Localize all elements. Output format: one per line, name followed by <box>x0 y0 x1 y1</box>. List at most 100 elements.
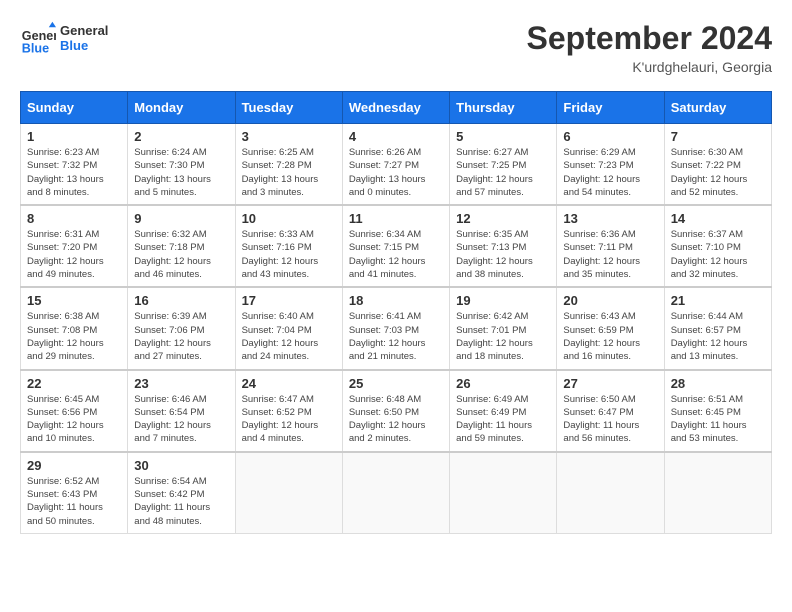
day-number: 30 <box>134 458 228 473</box>
day-number: 3 <box>242 129 336 144</box>
day-number: 18 <box>349 293 443 308</box>
day-cell: 29 Sunrise: 6:52 AM Sunset: 6:43 PM Dayli… <box>21 452 128 534</box>
day-info: Sunrise: 6:36 AM Sunset: 7:11 PM Dayligh… <box>563 228 657 281</box>
col-header-tuesday: Tuesday <box>235 92 342 124</box>
day-number: 6 <box>563 129 657 144</box>
day-cell: 2 Sunrise: 6:24 AM Sunset: 7:30 PM Daylig… <box>128 124 235 206</box>
day-cell: 14 Sunrise: 6:37 AM Sunset: 7:10 PM Dayli… <box>664 205 771 287</box>
calendar-header-row: SundayMondayTuesdayWednesdayThursdayFrid… <box>21 92 772 124</box>
day-info: Sunrise: 6:49 AM Sunset: 6:49 PM Dayligh… <box>456 393 550 446</box>
day-info: Sunrise: 6:31 AM Sunset: 7:20 PM Dayligh… <box>27 228 121 281</box>
day-number: 26 <box>456 376 550 391</box>
day-cell: 21 Sunrise: 6:44 AM Sunset: 6:57 PM Dayli… <box>664 287 771 369</box>
week-row-3: 15Sunrise: 6:38 AM Sunset: 7:08 PM Dayli… <box>21 287 772 369</box>
day-info: Sunrise: 6:34 AM Sunset: 7:15 PM Dayligh… <box>349 228 443 281</box>
day-cell: 27 Sunrise: 6:50 AM Sunset: 6:47 PM Dayli… <box>557 370 664 452</box>
day-cell: 7 Sunrise: 6:30 AM Sunset: 7:22 PM Daylig… <box>664 124 771 206</box>
day-cell <box>557 452 664 534</box>
day-cell <box>235 452 342 534</box>
day-cell: 22 Sunrise: 6:45 AM Sunset: 6:56 PM Dayli… <box>21 370 128 452</box>
calendar-table: SundayMondayTuesdayWednesdayThursdayFrid… <box>20 91 772 534</box>
day-number: 14 <box>671 211 765 226</box>
day-info: Sunrise: 6:23 AM Sunset: 7:32 PM Dayligh… <box>27 146 121 199</box>
day-cell <box>664 452 771 534</box>
day-info: Sunrise: 6:42 AM Sunset: 7:01 PM Dayligh… <box>456 310 550 363</box>
col-header-sunday: Sunday <box>21 92 128 124</box>
col-header-thursday: Thursday <box>450 92 557 124</box>
day-number: 19 <box>456 293 550 308</box>
location: K'urdghelauri, Georgia <box>527 59 772 75</box>
day-number: 1 <box>27 129 121 144</box>
day-number: 24 <box>242 376 336 391</box>
day-info: Sunrise: 6:51 AM Sunset: 6:45 PM Dayligh… <box>671 393 765 446</box>
day-cell <box>450 452 557 534</box>
day-cell: 13Sunrise: 6:36 AM Sunset: 7:11 PM Dayli… <box>557 205 664 287</box>
day-info: Sunrise: 6:30 AM Sunset: 7:22 PM Dayligh… <box>671 146 765 199</box>
day-info: Sunrise: 6:32 AM Sunset: 7:18 PM Dayligh… <box>134 228 228 281</box>
day-info: Sunrise: 6:39 AM Sunset: 7:06 PM Dayligh… <box>134 310 228 363</box>
day-info: Sunrise: 6:25 AM Sunset: 7:28 PM Dayligh… <box>242 146 336 199</box>
page-header: General Blue General Blue September 2024… <box>20 20 772 75</box>
day-number: 20 <box>563 293 657 308</box>
day-number: 16 <box>134 293 228 308</box>
col-header-saturday: Saturday <box>664 92 771 124</box>
day-number: 9 <box>134 211 228 226</box>
day-cell: 18 Sunrise: 6:41 AM Sunset: 7:03 PM Dayli… <box>342 287 449 369</box>
logo: General Blue General Blue <box>20 20 108 56</box>
day-info: Sunrise: 6:26 AM Sunset: 7:27 PM Dayligh… <box>349 146 443 199</box>
day-info: Sunrise: 6:38 AM Sunset: 7:08 PM Dayligh… <box>27 310 121 363</box>
day-number: 28 <box>671 376 765 391</box>
day-cell: 26 Sunrise: 6:49 AM Sunset: 6:49 PM Dayli… <box>450 370 557 452</box>
day-info: Sunrise: 6:44 AM Sunset: 6:57 PM Dayligh… <box>671 310 765 363</box>
title-block: September 2024 K'urdghelauri, Georgia <box>527 20 772 75</box>
day-number: 27 <box>563 376 657 391</box>
day-number: 7 <box>671 129 765 144</box>
day-number: 2 <box>134 129 228 144</box>
day-cell: 19 Sunrise: 6:42 AM Sunset: 7:01 PM Dayli… <box>450 287 557 369</box>
day-cell: 20 Sunrise: 6:43 AM Sunset: 6:59 PM Dayli… <box>557 287 664 369</box>
day-cell: 17 Sunrise: 6:40 AM Sunset: 7:04 PM Dayli… <box>235 287 342 369</box>
day-number: 17 <box>242 293 336 308</box>
day-cell: 15Sunrise: 6:38 AM Sunset: 7:08 PM Dayli… <box>21 287 128 369</box>
day-info: Sunrise: 6:48 AM Sunset: 6:50 PM Dayligh… <box>349 393 443 446</box>
day-info: Sunrise: 6:41 AM Sunset: 7:03 PM Dayligh… <box>349 310 443 363</box>
day-cell: 12Sunrise: 6:35 AM Sunset: 7:13 PM Dayli… <box>450 205 557 287</box>
day-cell: 11Sunrise: 6:34 AM Sunset: 7:15 PM Dayli… <box>342 205 449 287</box>
day-info: Sunrise: 6:27 AM Sunset: 7:25 PM Dayligh… <box>456 146 550 199</box>
col-header-wednesday: Wednesday <box>342 92 449 124</box>
day-cell: 23Sunrise: 6:46 AM Sunset: 6:54 PM Dayli… <box>128 370 235 452</box>
day-info: Sunrise: 6:54 AM Sunset: 6:42 PM Dayligh… <box>134 475 228 528</box>
day-number: 8 <box>27 211 121 226</box>
day-number: 21 <box>671 293 765 308</box>
day-number: 10 <box>242 211 336 226</box>
week-row-4: 22 Sunrise: 6:45 AM Sunset: 6:56 PM Dayli… <box>21 370 772 452</box>
col-header-friday: Friday <box>557 92 664 124</box>
logo-blue: Blue <box>60 38 108 53</box>
col-header-monday: Monday <box>128 92 235 124</box>
day-info: Sunrise: 6:50 AM Sunset: 6:47 PM Dayligh… <box>563 393 657 446</box>
week-row-1: 1 Sunrise: 6:23 AM Sunset: 7:32 PM Daylig… <box>21 124 772 206</box>
day-info: Sunrise: 6:43 AM Sunset: 6:59 PM Dayligh… <box>563 310 657 363</box>
day-number: 29 <box>27 458 121 473</box>
day-number: 5 <box>456 129 550 144</box>
logo-icon: General Blue <box>20 20 56 56</box>
day-cell: 8 Sunrise: 6:31 AM Sunset: 7:20 PM Daylig… <box>21 205 128 287</box>
day-info: Sunrise: 6:37 AM Sunset: 7:10 PM Dayligh… <box>671 228 765 281</box>
day-info: Sunrise: 6:40 AM Sunset: 7:04 PM Dayligh… <box>242 310 336 363</box>
day-cell: 5 Sunrise: 6:27 AM Sunset: 7:25 PM Daylig… <box>450 124 557 206</box>
day-cell: 4Sunrise: 6:26 AM Sunset: 7:27 PM Daylig… <box>342 124 449 206</box>
day-number: 22 <box>27 376 121 391</box>
day-cell: 9 Sunrise: 6:32 AM Sunset: 7:18 PM Daylig… <box>128 205 235 287</box>
day-cell: 16 Sunrise: 6:39 AM Sunset: 7:06 PM Dayli… <box>128 287 235 369</box>
day-info: Sunrise: 6:47 AM Sunset: 6:52 PM Dayligh… <box>242 393 336 446</box>
day-number: 12 <box>456 211 550 226</box>
week-row-5: 29 Sunrise: 6:52 AM Sunset: 6:43 PM Dayli… <box>21 452 772 534</box>
day-info: Sunrise: 6:33 AM Sunset: 7:16 PM Dayligh… <box>242 228 336 281</box>
day-info: Sunrise: 6:24 AM Sunset: 7:30 PM Dayligh… <box>134 146 228 199</box>
day-info: Sunrise: 6:52 AM Sunset: 6:43 PM Dayligh… <box>27 475 121 528</box>
day-info: Sunrise: 6:46 AM Sunset: 6:54 PM Dayligh… <box>134 393 228 446</box>
month-title: September 2024 <box>527 20 772 57</box>
day-info: Sunrise: 6:29 AM Sunset: 7:23 PM Dayligh… <box>563 146 657 199</box>
day-info: Sunrise: 6:45 AM Sunset: 6:56 PM Dayligh… <box>27 393 121 446</box>
day-cell: 30 Sunrise: 6:54 AM Sunset: 6:42 PM Dayli… <box>128 452 235 534</box>
